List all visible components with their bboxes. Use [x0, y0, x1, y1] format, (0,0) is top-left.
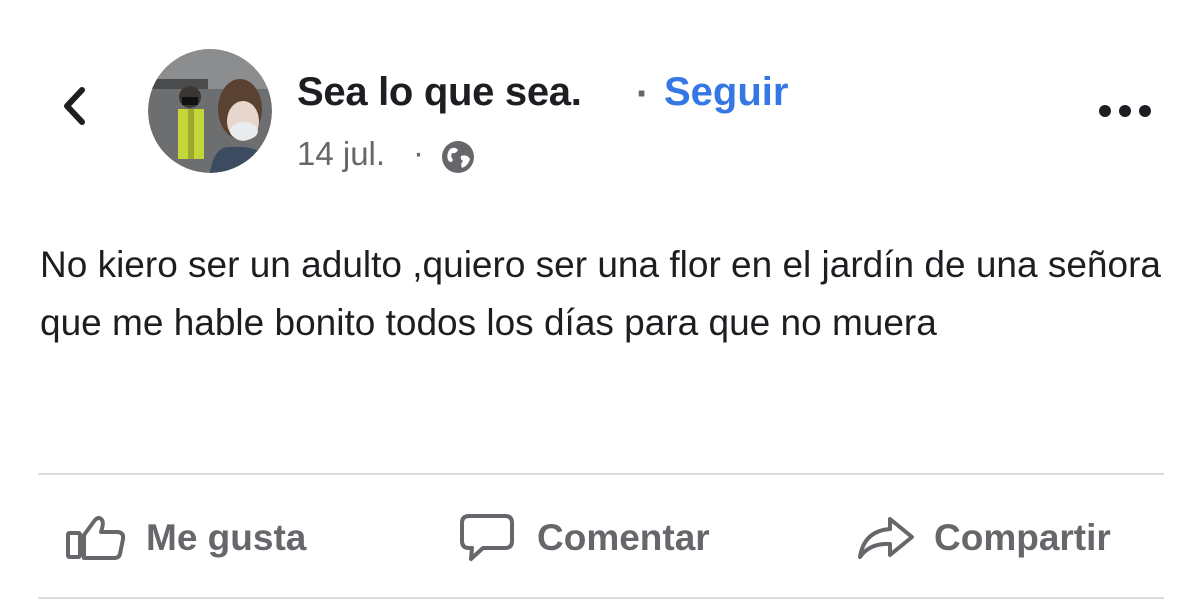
date-separator: · [413, 134, 424, 171]
divider-bottom [38, 597, 1164, 599]
author-name[interactable]: Sea lo que sea. [297, 70, 582, 115]
like-label: Me gusta [146, 517, 307, 558]
back-button[interactable] [50, 80, 98, 132]
follow-link[interactable]: Seguir [664, 70, 788, 115]
profile-photo [148, 49, 272, 173]
avatar[interactable] [148, 49, 272, 173]
post-date[interactable]: 14 jul. [297, 135, 385, 173]
separator-dot: · [636, 72, 650, 116]
divider-top [38, 473, 1164, 475]
globe-icon [441, 140, 475, 174]
like-button[interactable]: Me gusta [64, 506, 306, 570]
comment-label: Comentar [537, 517, 710, 558]
chevron-left-icon [64, 87, 85, 125]
comment-icon [460, 514, 514, 561]
share-button[interactable]: Compartir [856, 506, 1111, 570]
share-icon [858, 517, 914, 559]
post-text: No kiero ser un adulto ,quiero ser una f… [40, 244, 1161, 343]
more-options-button[interactable] [1095, 96, 1155, 126]
more-horizontal-icon [1099, 105, 1151, 117]
share-label: Compartir [934, 517, 1111, 558]
comment-button[interactable]: Comentar [459, 506, 710, 570]
thumbs-up-icon [66, 516, 126, 560]
